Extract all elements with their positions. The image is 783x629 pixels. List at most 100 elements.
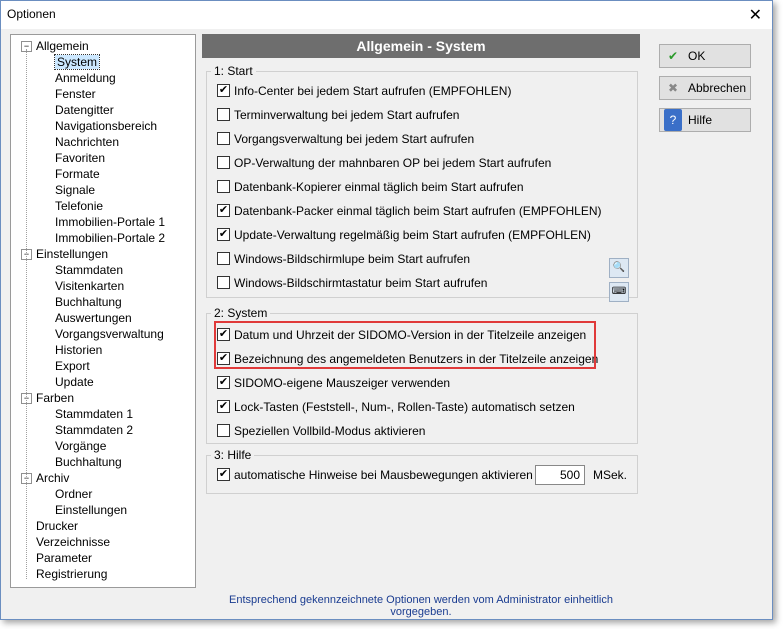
- option-label: Speziellen Vollbild-Modus aktivieren: [234, 424, 426, 438]
- hint-delay-unit: MSek.: [593, 468, 628, 482]
- option-checkbox[interactable]: Info-Center bei jedem Start aufrufen (EM…: [217, 82, 511, 100]
- option-checkbox[interactable]: Vorgangsverwaltung bei jedem Start aufru…: [217, 130, 474, 148]
- checkbox-box[interactable]: [217, 132, 230, 146]
- option-checkbox[interactable]: Lock-Tasten (Feststell-, Num-, Rollen-Ta…: [217, 398, 575, 416]
- hint-delay-checkbox[interactable]: automatische Hinweise bei Mausbewegungen…: [217, 466, 562, 484]
- tree-item-label: System: [53, 54, 101, 70]
- tree-item[interactable]: Stammdaten 1: [55, 406, 133, 422]
- option-checkbox[interactable]: SIDOMO-eigene Mauszeiger verwenden: [217, 374, 450, 392]
- option-checkbox[interactable]: Terminverwaltung bei jedem Start aufrufe…: [217, 106, 459, 124]
- checkbox-box[interactable]: [217, 204, 230, 218]
- option-label: Datenbank-Packer einmal täglich beim Sta…: [234, 204, 602, 218]
- tree-item-label: Telefonie: [55, 199, 104, 213]
- tree-item[interactable]: Verzeichnisse: [36, 534, 110, 550]
- checkbox-box[interactable]: [217, 156, 230, 170]
- tree-item[interactable]: Stammdaten 2: [55, 422, 133, 438]
- checkbox-box[interactable]: [217, 424, 230, 438]
- keyboard-icon[interactable]: ⌨: [609, 282, 629, 302]
- tree-item-label: Historien: [55, 343, 103, 357]
- tree-item[interactable]: Update: [55, 374, 94, 390]
- tree-item[interactable]: Signale: [55, 182, 95, 198]
- option-label: Windows-Bildschirmlupe beim Start aufruf…: [234, 252, 471, 266]
- tree-item[interactable]: Stammdaten: [55, 262, 123, 278]
- checkbox-box[interactable]: [217, 468, 230, 482]
- tree-item[interactable]: Fenster: [55, 86, 96, 102]
- tree-item-label: Buchhaltung: [55, 295, 122, 309]
- cancel-x-icon: ✖: [667, 81, 679, 95]
- tree-item[interactable]: System: [53, 54, 101, 70]
- option-checkbox[interactable]: Datenbank-Kopierer einmal täglich beim S…: [217, 178, 524, 196]
- tree-item-label: Einstellungen: [36, 247, 109, 261]
- ok-button[interactable]: ✔ OK: [659, 44, 751, 68]
- window-title: Optionen: [7, 7, 56, 21]
- tree-item[interactable]: Anmeldung: [55, 70, 116, 86]
- tree-item[interactable]: − Allgemein: [21, 38, 89, 54]
- option-label: Info-Center bei jedem Start aufrufen (EM…: [234, 84, 512, 98]
- tree-item[interactable]: Drucker: [36, 518, 78, 534]
- checkbox-box[interactable]: [217, 276, 230, 290]
- tree-item[interactable]: Vorgangsverwaltung: [55, 326, 164, 342]
- magnifier-icon[interactable]: 🔍: [609, 258, 629, 278]
- option-label: Update-Verwaltung regelmäßig beim Start …: [234, 228, 591, 242]
- tree-item-label: Drucker: [36, 519, 79, 533]
- tree-item[interactable]: Datengitter: [55, 102, 114, 118]
- option-checkbox[interactable]: Windows-Bildschirmtastatur beim Start au…: [217, 274, 487, 292]
- tree-item[interactable]: − Archiv: [21, 470, 69, 486]
- group-help-label: 3: Hilfe: [214, 448, 252, 462]
- tree-item[interactable]: Auswertungen: [55, 310, 132, 326]
- option-checkbox[interactable]: Windows-Bildschirmlupe beim Start aufruf…: [217, 250, 470, 268]
- tree-item[interactable]: Buchhaltung: [55, 294, 122, 310]
- tree-item[interactable]: Registrierung: [36, 566, 107, 582]
- navigation-tree[interactable]: − Allgemein System Anmeldung Fenster Datengit…: [10, 34, 196, 588]
- checkbox-box[interactable]: [217, 376, 230, 390]
- tree-item-label: Allgemein: [36, 39, 89, 53]
- tree-item[interactable]: Vorgänge: [55, 438, 106, 454]
- tree-item-label: Auswertungen: [55, 311, 132, 325]
- tree-item[interactable]: Ordner: [55, 486, 92, 502]
- tree-item[interactable]: Historien: [55, 342, 102, 358]
- option-checkbox[interactable]: Speziellen Vollbild-Modus aktivieren: [217, 422, 425, 440]
- checkbox-box[interactable]: [217, 84, 230, 98]
- option-label: Windows-Bildschirmtastatur beim Start au…: [234, 276, 488, 290]
- tree-item[interactable]: Favoriten: [55, 150, 105, 166]
- tree-item[interactable]: Immobilien-Portale 1: [55, 214, 165, 230]
- tree-item[interactable]: − Farben: [21, 390, 74, 406]
- option-checkbox[interactable]: Datenbank-Packer einmal täglich beim Sta…: [217, 202, 601, 220]
- tree-item[interactable]: Formate: [55, 166, 100, 182]
- tree-item-label: Ordner: [55, 487, 93, 501]
- checkbox-box[interactable]: [217, 228, 230, 242]
- tree-item-label: Navigationsbereich: [55, 119, 158, 133]
- group-system-label: 2: System: [214, 306, 268, 320]
- tree-item[interactable]: Buchhaltung: [55, 454, 122, 470]
- tree-item-label: Stammdaten 2: [55, 423, 134, 437]
- tree-item-label: Anmeldung: [55, 71, 116, 85]
- tree-item-label: Immobilien-Portale 2: [55, 231, 166, 245]
- close-icon[interactable]: ✕: [749, 5, 762, 25]
- option-label: Vorgangsverwaltung bei jedem Start aufru…: [234, 132, 475, 146]
- tree-item[interactable]: − Einstellungen: [21, 246, 108, 262]
- tree-item-label: Signale: [55, 183, 96, 197]
- help-icon: ?: [664, 109, 682, 131]
- hint-delay-input[interactable]: 500: [535, 465, 585, 485]
- checkbox-box[interactable]: [217, 180, 230, 194]
- tree-item[interactable]: Immobilien-Portale 2: [55, 230, 165, 246]
- tree-item[interactable]: Visitenkarten: [55, 278, 124, 294]
- option-checkbox[interactable]: OP-Verwaltung der mahnbaren OP bei jedem…: [217, 154, 551, 172]
- tree-item[interactable]: Nachrichten: [55, 134, 119, 150]
- help-button[interactable]: ? Hilfe: [659, 108, 751, 132]
- tree-item-label: Vorgangsverwaltung: [55, 327, 164, 341]
- checkbox-box[interactable]: [217, 108, 230, 122]
- tree-item-label: Favoriten: [55, 151, 106, 165]
- checkbox-box[interactable]: [217, 400, 230, 414]
- option-checkbox[interactable]: Update-Verwaltung regelmäßig beim Start …: [217, 226, 591, 244]
- tree-item-label: Farben: [36, 391, 75, 405]
- cancel-button[interactable]: ✖ Abbrechen: [659, 76, 751, 100]
- tree-item[interactable]: Navigationsbereich: [55, 118, 157, 134]
- tree-item[interactable]: Telefonie: [55, 198, 103, 214]
- tree-item[interactable]: Einstellungen: [55, 502, 127, 518]
- group-start-label: 1: Start: [214, 64, 253, 78]
- group-start: 1: Start Info-Center bei jedem Start auf…: [206, 64, 638, 302]
- checkbox-box[interactable]: [217, 252, 230, 266]
- tree-item[interactable]: Export: [55, 358, 90, 374]
- tree-item[interactable]: Parameter: [36, 550, 92, 566]
